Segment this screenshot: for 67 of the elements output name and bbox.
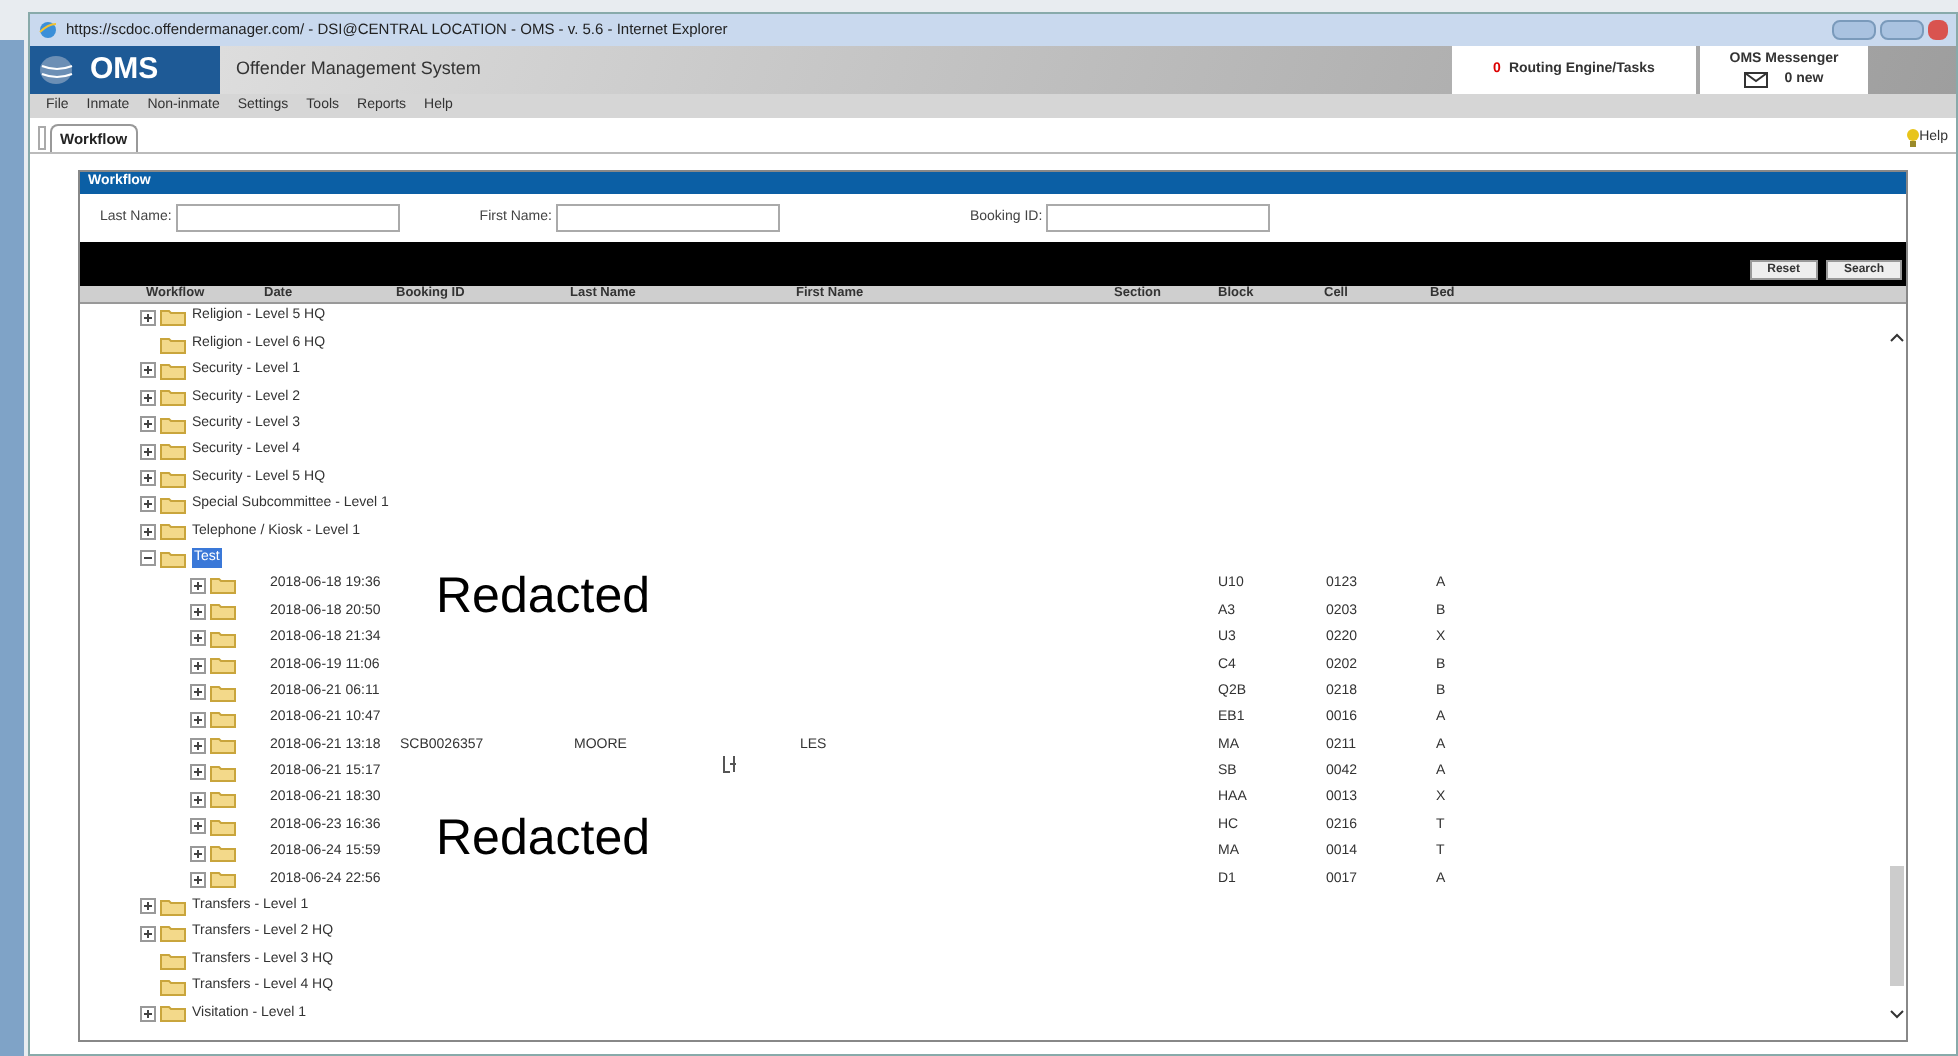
expand-toggle-icon[interactable] bbox=[190, 737, 206, 754]
redaction-label: Redacted bbox=[436, 814, 651, 864]
expand-toggle-icon[interactable] bbox=[190, 871, 206, 888]
expand-toggle-icon[interactable] bbox=[140, 443, 156, 460]
expand-toggle-icon[interactable] bbox=[190, 684, 206, 701]
folder-icon bbox=[160, 442, 186, 461]
folder-icon bbox=[210, 710, 236, 729]
lightbulb-icon bbox=[1905, 127, 1920, 148]
folder-icon bbox=[210, 736, 236, 755]
expand-toggle-icon[interactable] bbox=[190, 818, 206, 835]
search-field[interactable] bbox=[1046, 204, 1271, 232]
folder-icon bbox=[210, 629, 236, 648]
folder-icon bbox=[160, 977, 186, 996]
folder-icon bbox=[160, 335, 186, 354]
logo-text: OMS bbox=[90, 49, 159, 90]
expand-toggle-icon[interactable] bbox=[140, 496, 156, 513]
expand-toggle-icon[interactable] bbox=[190, 791, 206, 808]
expand-toggle-icon[interactable] bbox=[140, 1005, 156, 1022]
scroll-up-icon[interactable] bbox=[1890, 332, 1904, 342]
folder-icon bbox=[210, 790, 236, 809]
folder-icon bbox=[210, 817, 236, 836]
folder-icon bbox=[210, 602, 236, 621]
expand-toggle-icon[interactable] bbox=[140, 389, 156, 406]
folder-icon bbox=[160, 897, 186, 916]
folder-icon bbox=[160, 549, 186, 568]
scroll-thumb[interactable] bbox=[1890, 866, 1904, 986]
folder-icon bbox=[160, 361, 186, 380]
expand-toggle-icon[interactable] bbox=[190, 577, 206, 594]
expand-toggle-icon[interactable] bbox=[190, 630, 206, 647]
search-field[interactable] bbox=[555, 204, 780, 232]
browser-icon bbox=[38, 20, 58, 40]
expand-toggle-icon[interactable] bbox=[190, 657, 206, 674]
expand-toggle-icon[interactable] bbox=[140, 523, 156, 540]
folder-icon bbox=[210, 763, 236, 782]
folder-icon bbox=[160, 415, 186, 434]
expand-toggle-icon[interactable] bbox=[190, 603, 206, 620]
text-cursor-icon bbox=[722, 756, 738, 774]
expand-toggle-icon[interactable] bbox=[140, 898, 156, 915]
expand-toggle-icon[interactable] bbox=[140, 309, 156, 326]
expand-toggle-icon[interactable] bbox=[190, 764, 206, 781]
globe-logo-icon bbox=[38, 54, 74, 86]
expand-toggle-icon[interactable] bbox=[190, 845, 206, 861]
expand-toggle-icon[interactable] bbox=[140, 925, 156, 942]
envelope-icon bbox=[1744, 72, 1769, 89]
redaction-label: Redacted bbox=[436, 572, 651, 622]
folder-icon bbox=[160, 951, 186, 970]
expand-toggle-icon[interactable] bbox=[140, 362, 156, 379]
folder-icon bbox=[210, 870, 236, 889]
folder-icon bbox=[210, 683, 236, 702]
folder-icon bbox=[160, 1004, 186, 1023]
expand-toggle-icon[interactable] bbox=[190, 711, 206, 728]
folder-icon bbox=[160, 522, 186, 541]
folder-icon bbox=[160, 388, 186, 407]
folder-icon bbox=[160, 495, 186, 514]
folder-icon bbox=[160, 924, 186, 943]
close-button[interactable] bbox=[1928, 20, 1948, 40]
expand-toggle-icon[interactable] bbox=[140, 470, 156, 487]
folder-icon bbox=[210, 576, 236, 595]
collapse-toggle-icon[interactable] bbox=[140, 550, 156, 567]
folder-icon bbox=[210, 844, 236, 862]
folder-icon bbox=[160, 308, 186, 327]
app-name: Offender Management System bbox=[236, 56, 481, 83]
folder-icon bbox=[210, 656, 236, 675]
search-field[interactable] bbox=[175, 204, 400, 232]
folder-icon bbox=[160, 469, 186, 488]
expand-toggle-icon[interactable] bbox=[140, 416, 156, 433]
scroll-down-icon[interactable] bbox=[1890, 1010, 1904, 1020]
